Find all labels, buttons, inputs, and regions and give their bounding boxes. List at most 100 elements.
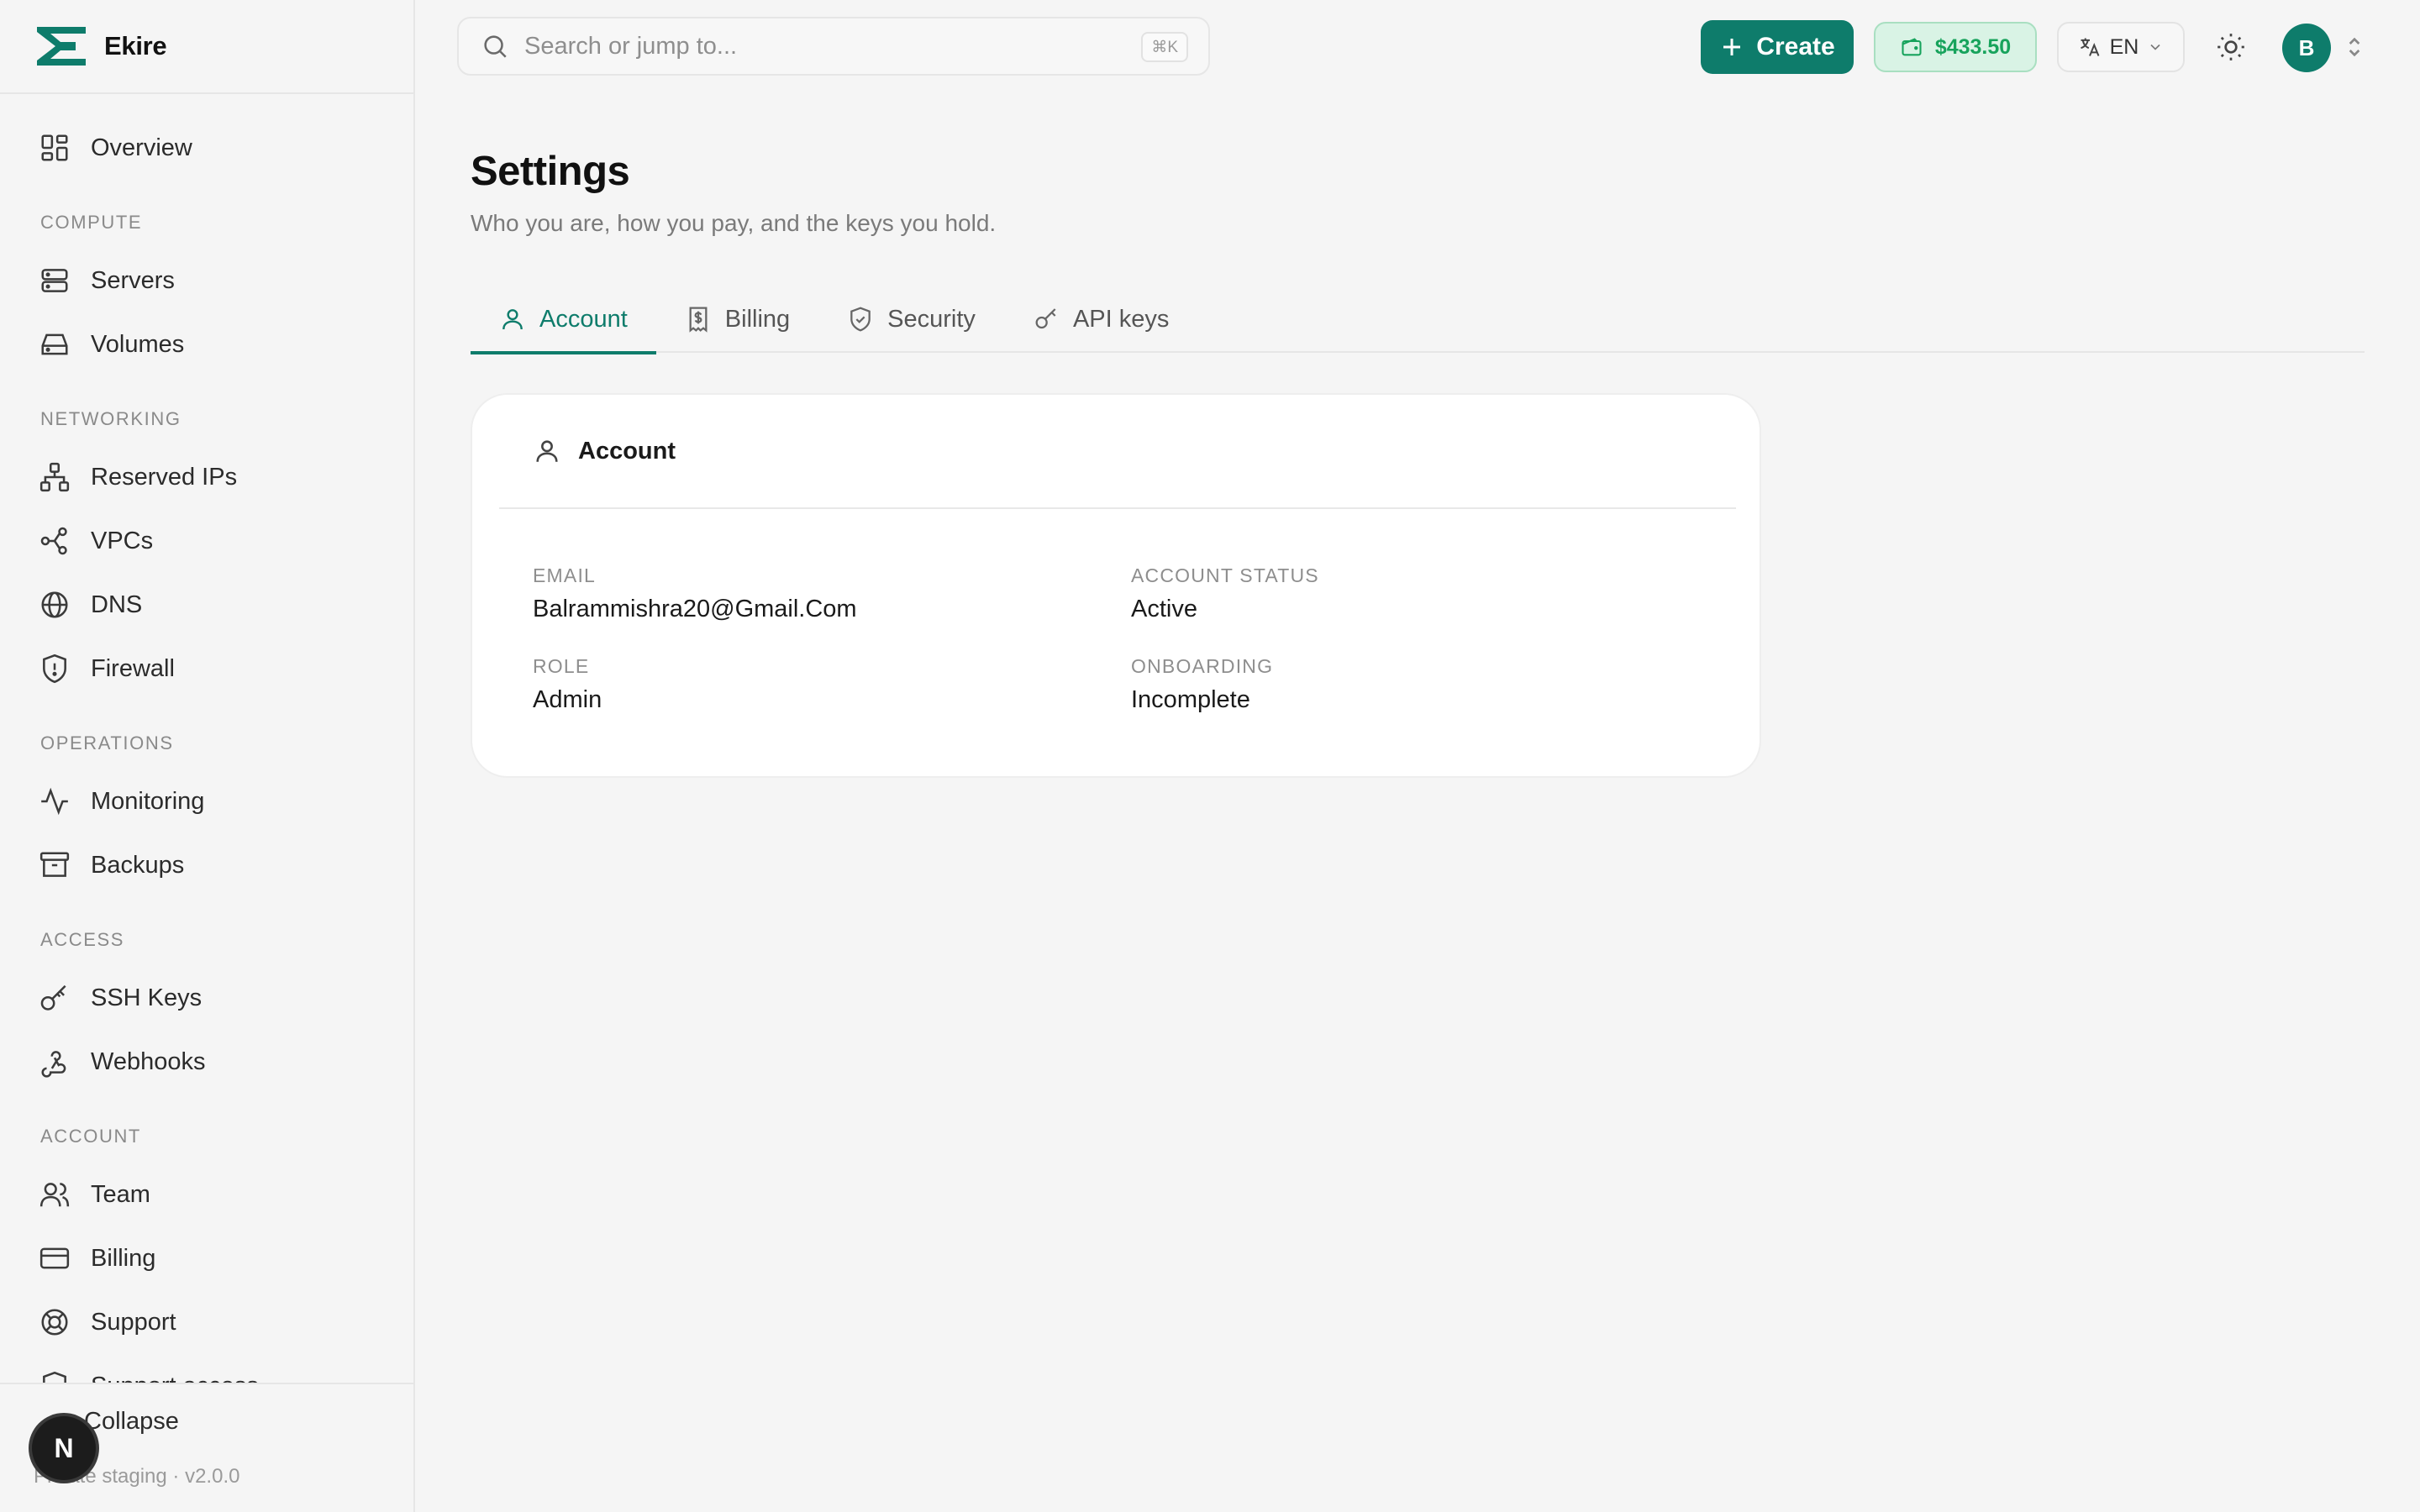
- sidebar-item-reserved-ips[interactable]: Reserved IPs: [0, 445, 413, 509]
- users-icon: [39, 1183, 70, 1207]
- webhook-icon: [41, 1051, 66, 1078]
- sidebar-item-dns[interactable]: DNS: [0, 573, 413, 637]
- section-compute: COMPUTE: [40, 212, 143, 233]
- chevrons-up-down-icon[interactable]: [2344, 34, 2365, 60]
- shield-check-icon: [850, 307, 871, 332]
- language-select[interactable]: EN: [2057, 22, 2185, 72]
- key-round-icon: [40, 984, 66, 1011]
- role-label: ROLE: [533, 655, 590, 677]
- key-icon: [1035, 308, 1056, 329]
- balance-badge[interactable]: $433.50: [1874, 22, 2037, 72]
- tab-account[interactable]: Account: [471, 286, 656, 354]
- sidebar-item-support[interactable]: Support: [0, 1290, 413, 1354]
- server-icon: [41, 269, 68, 292]
- settings-tabs: Account Billing Security API keys: [471, 286, 2365, 354]
- account-status-field: ACCOUNT STATUS Active: [1131, 564, 1319, 623]
- activity-icon: [41, 787, 68, 816]
- section-access: ACCESS: [40, 929, 125, 950]
- tab-api-keys[interactable]: API keys: [1004, 286, 1197, 353]
- sidebar-item-label: Webhooks: [91, 1047, 206, 1075]
- account-card-header: Account: [499, 395, 1736, 509]
- sidebar: Ekire Overview COMPUTE Servers Volumes N…: [0, 0, 415, 1512]
- email-field: EMAIL Balrammishra20@Gmail.Com: [533, 564, 857, 623]
- sidebar-item-label: SSH Keys: [91, 984, 203, 1011]
- tab-label: Account: [539, 305, 628, 333]
- tab-label: Security: [887, 305, 976, 333]
- sidebar-item-overview[interactable]: Overview: [0, 116, 413, 180]
- life-buoy-icon: [41, 1309, 68, 1336]
- search-icon: [484, 35, 507, 58]
- sidebar-item-label: Backups: [91, 851, 185, 879]
- sidebar-item-label: Overview: [91, 134, 192, 161]
- language-label: EN: [2109, 34, 2139, 59]
- shield-alert-icon: [43, 654, 66, 684]
- page-title: Settings: [471, 149, 630, 194]
- account-status-label: ACCOUNT STATUS: [1131, 564, 1319, 586]
- brand-logo-icon: [37, 27, 86, 66]
- sidebar-nav: Overview COMPUTE Servers Volumes NETWORK…: [0, 94, 413, 1418]
- user-icon: [536, 440, 558, 462]
- page-subtitle: Who you are, how you pay, and the keys y…: [471, 210, 997, 236]
- account-card: Account EMAIL Balrammishra20@Gmail.Com A…: [471, 393, 1761, 778]
- sidebar-item-billing[interactable]: Billing: [0, 1226, 413, 1290]
- email-label: EMAIL: [533, 564, 597, 586]
- sidebar-item-label: Team: [91, 1180, 150, 1208]
- create-button[interactable]: Create: [1701, 20, 1854, 74]
- email-value: Balrammishra20@Gmail.Com: [533, 596, 857, 622]
- search-shortcut: ⌘K: [1141, 32, 1188, 62]
- sidebar-item-label: Support: [91, 1308, 176, 1336]
- section-networking: NETWORKING: [40, 408, 182, 429]
- sidebar-item-servers[interactable]: Servers: [0, 249, 413, 312]
- role-field: ROLE Admin: [533, 655, 602, 714]
- sidebar-item-label: Reserved IPs: [91, 463, 238, 491]
- plus-icon: [1723, 39, 1741, 55]
- sidebar-item-ssh-keys[interactable]: SSH Keys: [0, 966, 413, 1030]
- sidebar-item-backups[interactable]: Backups: [0, 833, 413, 897]
- collapse-button[interactable]: Collapse: [84, 1408, 179, 1436]
- section-account: ACCOUNT: [40, 1126, 141, 1147]
- tab-security[interactable]: Security: [818, 286, 1004, 353]
- wallet-icon: [1902, 38, 1922, 56]
- sidebar-item-firewall[interactable]: Firewall: [0, 637, 413, 701]
- sidebar-item-label: Billing: [91, 1244, 156, 1272]
- receipt-icon: [689, 307, 708, 333]
- role-value: Admin: [533, 686, 602, 713]
- sidebar-item-vpcs[interactable]: VPCs: [0, 509, 413, 573]
- sidebar-item-webhooks[interactable]: Webhooks: [0, 1030, 413, 1094]
- sun-icon[interactable]: [2215, 31, 2247, 63]
- search-input[interactable]: [524, 32, 1113, 60]
- search-bar[interactable]: ⌘K: [457, 17, 1210, 76]
- languages-icon: [2080, 38, 2100, 56]
- dev-tools-badge[interactable]: N: [32, 1416, 96, 1480]
- avatar[interactable]: B: [2282, 24, 2331, 72]
- tab-label: Billing: [724, 305, 791, 333]
- grid-icon: [41, 134, 68, 161]
- sidebar-item-label: Servers: [91, 266, 175, 294]
- sidebar-item-team[interactable]: Team: [0, 1163, 413, 1226]
- brand-name: Ekire: [104, 31, 167, 60]
- tab-billing[interactable]: Billing: [656, 286, 818, 353]
- sidebar-item-monitoring[interactable]: Monitoring: [0, 769, 413, 833]
- account-card-title: Account: [578, 437, 676, 465]
- sidebar-item-label: Volumes: [91, 330, 185, 358]
- brand[interactable]: Ekire: [0, 0, 413, 94]
- sidebar-item-label: DNS: [91, 591, 143, 618]
- onboarding-value: Incomplete: [1131, 686, 1250, 713]
- balance-amount: $433.50: [1934, 34, 2012, 59]
- archive-icon: [39, 852, 70, 877]
- tab-label: API keys: [1072, 305, 1170, 333]
- globe-icon: [41, 591, 68, 618]
- sidebar-item-volumes[interactable]: Volumes: [0, 312, 413, 376]
- onboarding-field: ONBOARDING Incomplete: [1131, 655, 1273, 714]
- chevron-down-icon: [2150, 44, 2160, 50]
- workflow-icon: [40, 527, 67, 555]
- account-status-value: Active: [1131, 596, 1197, 622]
- onboarding-label: ONBOARDING: [1131, 655, 1274, 677]
- sidebar-item-label: Firewall: [91, 654, 175, 682]
- hard-drive-icon: [41, 333, 68, 355]
- sidebar-item-label: VPCs: [91, 527, 154, 554]
- network-icon: [39, 462, 70, 492]
- create-button-label: Create: [1756, 33, 1835, 60]
- section-operations: OPERATIONS: [40, 732, 174, 753]
- user-icon: [502, 309, 523, 330]
